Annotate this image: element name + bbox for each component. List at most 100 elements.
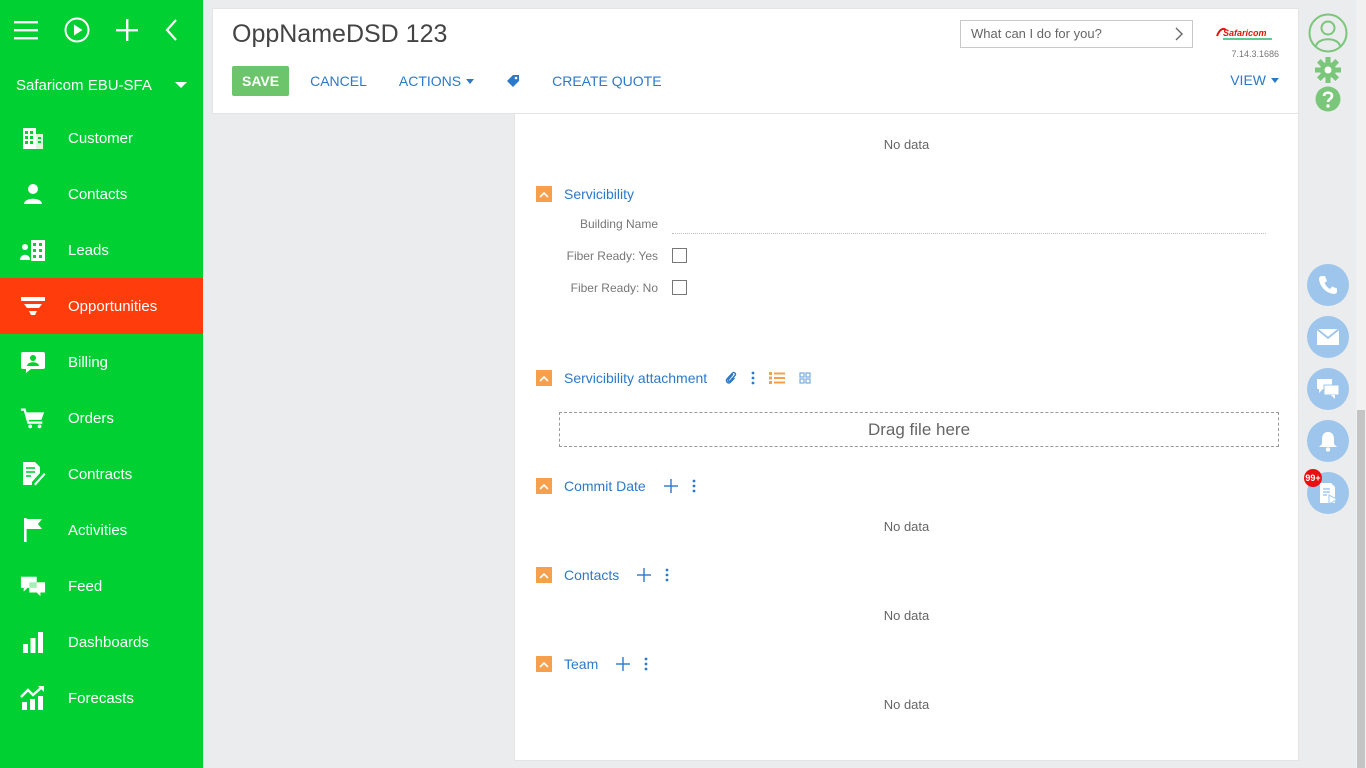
add-icon[interactable]	[663, 479, 678, 493]
sidebar-item-label: Contracts	[68, 465, 133, 483]
workspace-name: Safaricom EBU-SFA	[16, 76, 152, 94]
add-icon[interactable]	[116, 17, 138, 43]
save-button[interactable]: SAVE	[232, 66, 290, 96]
billing-icon	[20, 349, 46, 375]
bell-icon	[1319, 432, 1337, 452]
phone-icon	[1319, 276, 1337, 294]
chevron-right-icon[interactable]	[1175, 27, 1183, 44]
group-tools	[616, 657, 662, 671]
sidebar-item-label: Billing	[68, 353, 109, 371]
fiber-ready-yes-label: Fiber Ready: Yes	[566, 248, 658, 263]
tag-icon[interactable]	[506, 74, 520, 88]
cart-icon	[20, 405, 46, 431]
chat-button[interactable]	[1307, 368, 1349, 410]
actions-dropdown[interactable]: ACTIONS	[399, 73, 475, 89]
group-tools	[663, 479, 710, 493]
group-title: Commit Date	[564, 478, 646, 494]
fiber-ready-no-label: Fiber Ready: No	[570, 280, 658, 295]
more-vertical-icon[interactable]	[665, 568, 669, 582]
building-icon	[20, 125, 46, 151]
tile-view-icon[interactable]	[799, 372, 811, 384]
sidebar-item-label: Customer	[68, 129, 134, 147]
phone-button[interactable]	[1307, 264, 1349, 306]
paperclip-icon[interactable]	[725, 371, 737, 385]
more-vertical-icon[interactable]	[692, 479, 696, 493]
workspace-selector[interactable]: Safaricom EBU-SFA	[0, 60, 203, 110]
logo-text: Safaricom	[1223, 28, 1267, 38]
group-title: Team	[564, 656, 599, 672]
sidebar-item-label: Opportunities	[68, 297, 158, 315]
cancel-label: CANCEL	[310, 73, 367, 89]
group-tools	[637, 568, 683, 582]
fiber-ready-yes-checkbox[interactable]	[672, 248, 687, 263]
group-attachment-header[interactable]: Servicibility attachment	[536, 370, 825, 386]
version-label: 7.14.3.1686	[1231, 49, 1279, 59]
chevron-up-icon[interactable]	[536, 656, 552, 672]
sidebar-item-label: Contacts	[68, 185, 128, 203]
command-search-input[interactable]: What can I do for you?	[960, 20, 1193, 48]
page-scrollbar[interactable]	[1356, 0, 1366, 768]
flag-icon	[20, 517, 46, 543]
play-icon[interactable]	[64, 17, 90, 43]
notifications-button[interactable]	[1307, 420, 1349, 462]
search-placeholder: What can I do for you?	[971, 26, 1102, 41]
more-vertical-icon[interactable]	[644, 657, 648, 671]
sidebar-item-label: Leads	[68, 241, 109, 259]
sidebar-item-label: Orders	[68, 409, 114, 427]
group-title: Servicibility attachment	[564, 370, 708, 386]
group-tools	[725, 371, 825, 385]
sidebar-item-contacts[interactable]: Contacts	[0, 166, 203, 222]
notification-count-badge: 99+	[1304, 469, 1322, 487]
gear-icon[interactable]	[1314, 56, 1342, 89]
sidebar-item-feed[interactable]: Feed	[0, 558, 203, 614]
chevron-up-icon[interactable]	[536, 186, 552, 202]
chevron-up-icon[interactable]	[536, 567, 552, 583]
sidebar-item-dashboards[interactable]: Dashboards	[0, 614, 203, 670]
group-contacts-header[interactable]: Contacts	[536, 567, 683, 583]
sidebar-item-contracts[interactable]: Contracts	[0, 446, 203, 502]
sidebar-item-customer[interactable]: Customer	[0, 110, 203, 166]
chevron-up-icon[interactable]	[536, 478, 552, 494]
add-icon[interactable]	[616, 657, 631, 671]
group-team-header[interactable]: Team	[536, 656, 662, 672]
hamburger-menu-icon[interactable]	[14, 17, 38, 43]
detail-content-panel: No data Servicibility Building Name Fibe…	[514, 114, 1299, 761]
caret-down-icon	[466, 78, 475, 84]
sidebar: Safaricom EBU-SFA Customer Contacts Lead…	[0, 0, 203, 768]
page-title: OppNameDSD 123	[232, 20, 448, 48]
sidebar-item-orders[interactable]: Orders	[0, 390, 203, 446]
fiber-ready-no-checkbox[interactable]	[672, 280, 687, 295]
cancel-button[interactable]: CANCEL	[310, 73, 367, 89]
sidebar-item-label: Activities	[68, 521, 128, 539]
process-log-button[interactable]: 99+	[1304, 469, 1349, 514]
sidebar-item-activities[interactable]: Activities	[0, 502, 203, 558]
no-data-text: No data	[883, 608, 930, 623]
chevron-down-icon	[175, 82, 187, 88]
sidebar-item-leads[interactable]: Leads	[0, 222, 203, 278]
collapse-chevron-left-icon[interactable]	[164, 17, 178, 43]
more-vertical-icon[interactable]	[751, 371, 755, 385]
group-commit-date-header[interactable]: Commit Date	[536, 478, 710, 494]
group-servicibility-header[interactable]: Servicibility	[536, 186, 634, 202]
building-name-input[interactable]	[672, 214, 1266, 234]
no-data-text: No data	[883, 697, 930, 712]
email-button[interactable]	[1307, 316, 1349, 358]
field-fiber-ready-yes: Fiber Ready: Yes	[535, 248, 687, 263]
bar-chart-icon	[20, 629, 46, 655]
no-data-text: No data	[883, 519, 930, 534]
sidebar-item-opportunities[interactable]: Opportunities	[0, 278, 203, 334]
sidebar-item-forecasts[interactable]: Forecasts	[0, 670, 203, 726]
chevron-up-icon[interactable]	[536, 370, 552, 386]
profile-avatar-icon[interactable]	[1307, 12, 1349, 59]
file-dropzone[interactable]: Drag file here	[559, 412, 1279, 447]
sidebar-item-billing[interactable]: Billing	[0, 334, 203, 390]
add-icon[interactable]	[637, 568, 652, 582]
list-view-icon[interactable]	[769, 372, 786, 384]
field-building-name: Building Name	[535, 214, 1266, 234]
chat-icon	[1317, 379, 1340, 399]
view-dropdown[interactable]: VIEW	[1230, 72, 1279, 88]
create-quote-button[interactable]: CREATE QUOTE	[552, 73, 661, 89]
chat-icon	[20, 573, 46, 599]
help-icon[interactable]	[1315, 86, 1341, 117]
scrollbar-thumb[interactable]	[1357, 410, 1365, 768]
